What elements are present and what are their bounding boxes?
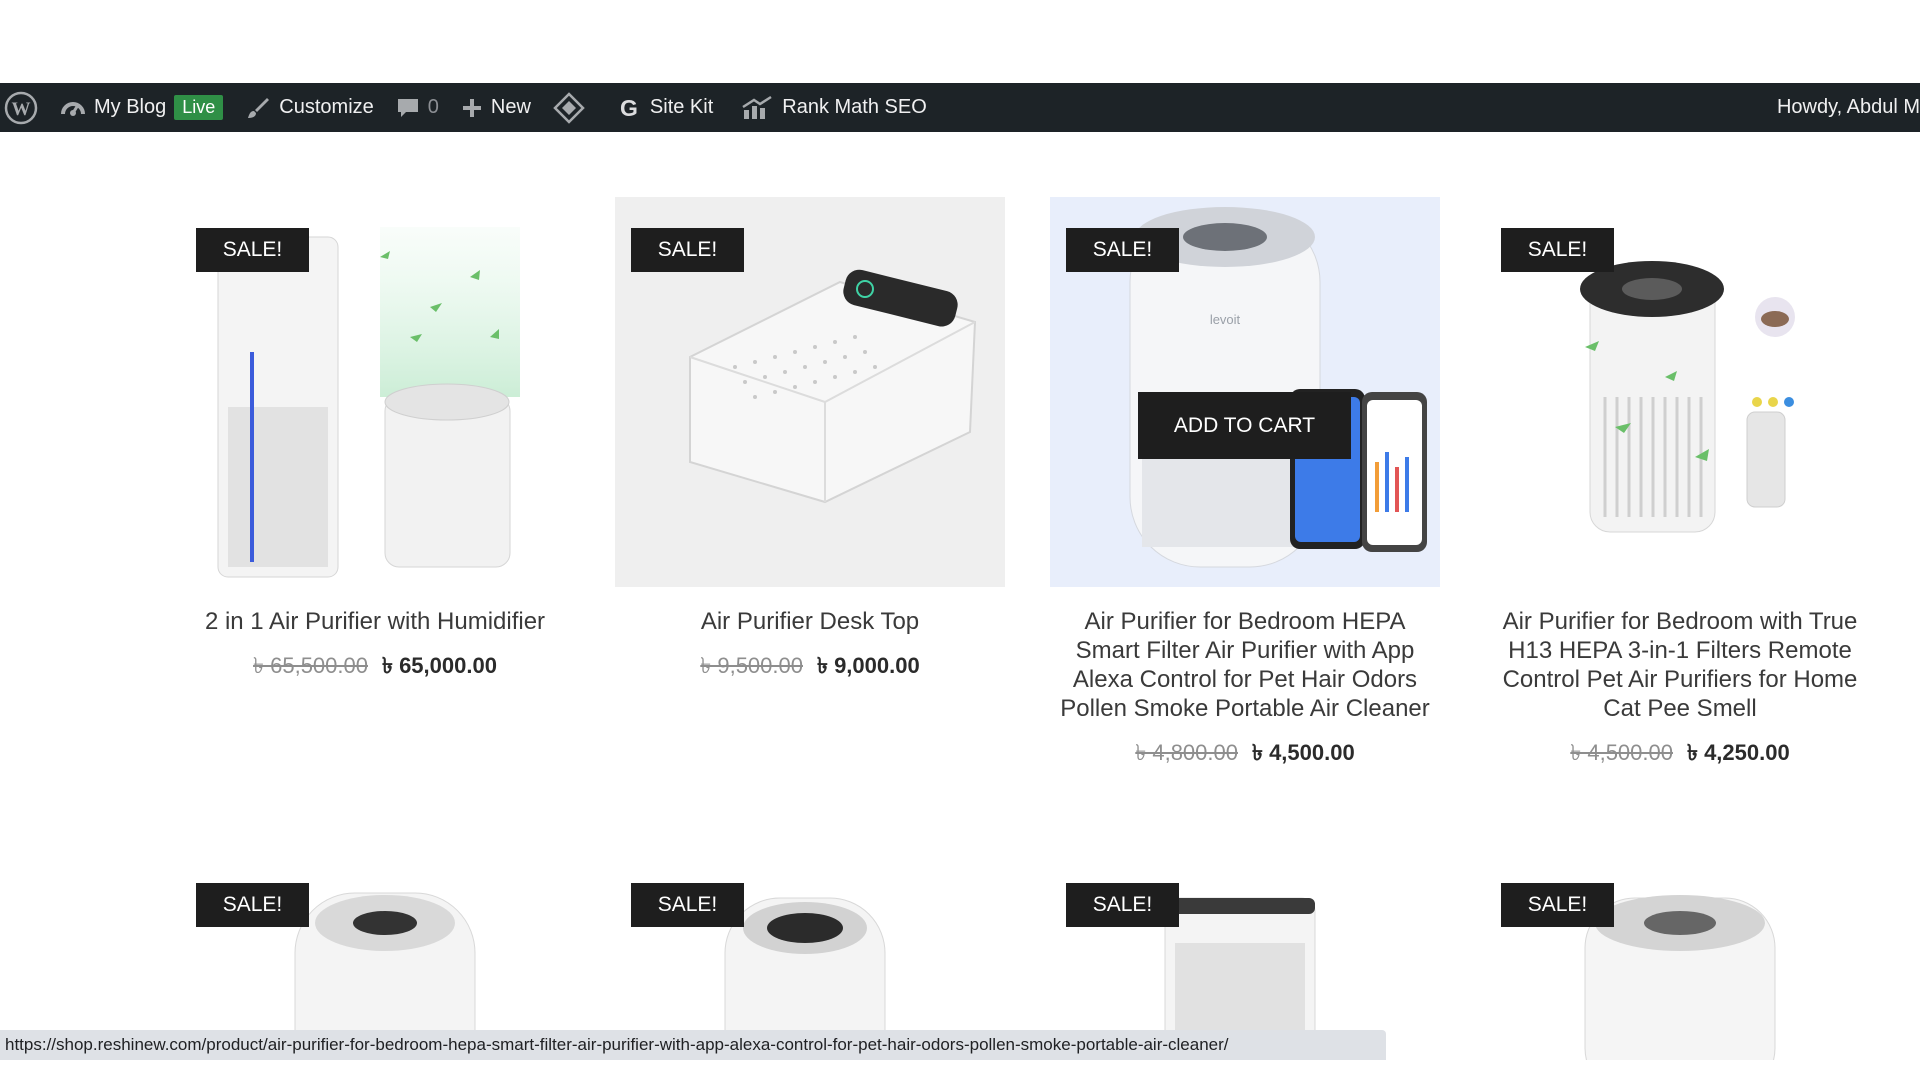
comments-button[interactable]: 0: [385, 83, 450, 132]
rank-math-chart-icon: [742, 95, 772, 119]
sale-badge: SALE!: [1501, 228, 1614, 272]
live-badge: Live: [174, 95, 224, 120]
my-account-menu[interactable]: Howdy, Abdul M: [1766, 83, 1920, 132]
customize-label: Customize: [279, 96, 374, 118]
svg-text:W: W: [12, 99, 31, 120]
sale-badge: SALE!: [1501, 883, 1614, 927]
svg-text:G: G: [620, 95, 638, 121]
howdy-label: Howdy, Abdul M: [1776, 96, 1920, 118]
site-kit-label: Site Kit: [649, 96, 714, 118]
brush-icon: [248, 97, 270, 118]
new-content-button[interactable]: New: [450, 83, 542, 132]
dashboard-icon: [61, 101, 85, 116]
product-title[interactable]: Air Purifier Desk Top: [615, 607, 1005, 636]
plus-icon: [462, 98, 481, 117]
sale-badge: SALE!: [1066, 228, 1179, 272]
sale-badge: SALE!: [631, 228, 744, 272]
sale-price: ৳ 65,000.00: [382, 653, 497, 678]
comments-count: 0: [427, 96, 439, 118]
product-card[interactable]: SALE! Air Purifier for Bedroom with True…: [1485, 197, 1875, 773]
comment-icon: [397, 98, 418, 117]
add-to-cart-button[interactable]: ADD TO CART: [1138, 392, 1351, 459]
product-image[interactable]: SALE!: [180, 197, 570, 587]
wordpress-icon: W: [4, 91, 38, 124]
product-title[interactable]: Air Purifier for Bedroom with True H13 H…: [1485, 607, 1875, 723]
product-title[interactable]: Air Purifier for Bedroom HEPA Smart Filt…: [1050, 607, 1440, 723]
new-label: New: [490, 96, 531, 118]
product-price: ৳ 4,800.00 ৳ 4,500.00: [1050, 736, 1440, 773]
sale-badge: SALE!: [196, 228, 309, 272]
product-card[interactable]: SALE! Air Purifier Desk Top ৳ 9,500.00 ৳ …: [615, 197, 1005, 686]
product-price: ৳ 9,500.00 ৳ 9,000.00: [615, 649, 1005, 686]
product-price: ৳ 4,500.00 ৳ 4,250.00: [1485, 736, 1875, 773]
wordpress-logo-button[interactable]: W: [0, 83, 49, 132]
site-kit-button[interactable]: G Site Kit: [605, 83, 724, 132]
product-title[interactable]: 2 in 1 Air Purifier with Humidifier: [180, 607, 570, 636]
admin-bar: W My Blog Live Customize 0 New G Site Ki…: [0, 83, 1920, 132]
google-g-icon: G: [620, 95, 638, 121]
sale-price: ৳ 4,250.00: [1687, 740, 1790, 765]
product-price: ৳ 65,500.00 ৳ 65,000.00: [180, 649, 570, 686]
sale-price: ৳ 9,000.00: [817, 653, 920, 678]
old-price: ৳ 4,500.00: [1570, 740, 1673, 765]
old-price: ৳ 9,500.00: [700, 653, 803, 678]
diamond-plugin-button[interactable]: [542, 83, 605, 132]
product-image[interactable]: SALE!: [1485, 197, 1875, 587]
sale-badge: SALE!: [196, 883, 309, 927]
brand-logo: levoit: [1210, 312, 1241, 327]
product-image[interactable]: SALE!: [615, 197, 1005, 587]
product-card[interactable]: levoit SALE! ADD TO CART Air Purifier fo…: [1050, 197, 1440, 773]
sale-price: ৳ 4,500.00: [1252, 740, 1355, 765]
diamond-icon: [553, 91, 585, 124]
product-card[interactable]: SALE!: [1485, 883, 1875, 1060]
old-price: ৳ 65,500.00: [253, 653, 368, 678]
customize-button[interactable]: Customize: [234, 83, 384, 132]
site-name: My Blog: [94, 96, 167, 118]
rank-math-label: Rank Math SEO: [782, 96, 927, 118]
product-image[interactable]: levoit SALE! ADD TO CART: [1050, 197, 1440, 587]
sale-badge: SALE!: [631, 883, 744, 927]
rank-math-button[interactable]: Rank Math SEO: [724, 83, 938, 132]
link-preview-status-bar: https://shop.reshinew.com/product/air-pu…: [0, 1030, 1386, 1060]
my-blog-menu[interactable]: My Blog Live: [49, 83, 234, 132]
sale-badge: SALE!: [1066, 883, 1179, 927]
old-price: ৳ 4,800.00: [1135, 740, 1238, 765]
product-card[interactable]: SALE! 2 in 1 Air Purifier with Humidifie…: [180, 197, 570, 686]
